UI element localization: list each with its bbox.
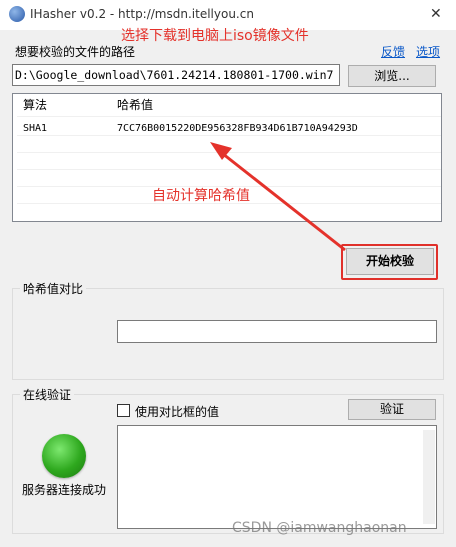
hash-compare-input[interactable] (117, 320, 437, 343)
online-verify-label: 在线验证 (20, 386, 75, 403)
hash-compare-label: 哈希值对比 (20, 280, 87, 297)
use-compare-checkbox[interactable] (117, 404, 130, 417)
online-output-box[interactable] (117, 425, 437, 529)
start-button-highlight (341, 244, 438, 280)
use-compare-checkbox-label[interactable]: 使用对比框的值 (135, 403, 219, 420)
watermark: CSDN @iamwanghaonan (232, 520, 407, 536)
status-led-icon (42, 434, 86, 478)
verify-button[interactable]: 验证 (348, 399, 436, 420)
server-status-text: 服务器连接成功 (22, 483, 107, 497)
output-scrollbar[interactable] (423, 430, 435, 524)
